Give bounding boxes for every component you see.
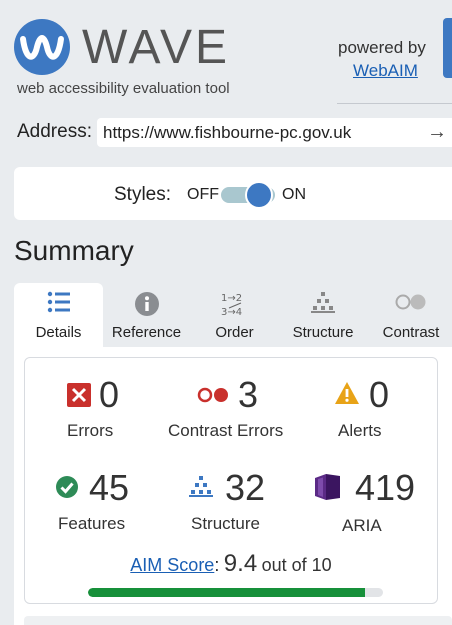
structure-icon	[279, 291, 367, 317]
address-label: Address:	[17, 121, 92, 142]
info-icon	[103, 291, 190, 317]
aim-score-colon: :	[214, 555, 220, 575]
next-section-edge	[24, 616, 452, 625]
summary-card: 0 Errors 3 Contrast Errors 0 Alerts 45 F…	[24, 357, 438, 604]
aria-icon	[312, 472, 342, 507]
tab-structure-label: Structure	[292, 324, 354, 341]
styles-toggle-knob[interactable]	[245, 181, 273, 209]
header: WAVE web accessibility evaluation tool p…	[0, 0, 452, 105]
errors-label: Errors	[67, 421, 114, 440]
list-icon	[14, 291, 103, 317]
order-icon: 1→2 3→4	[190, 291, 279, 318]
arrow-right-icon[interactable]: →	[426, 121, 448, 143]
aim-score-row: AIM Score: 9.4 out of 10	[25, 550, 437, 580]
tab-contrast-label: Contrast	[382, 324, 440, 341]
aria-label: ARIA	[342, 516, 382, 535]
contrast-error-icon	[197, 387, 231, 408]
tab-reference[interactable]: Reference	[103, 283, 190, 347]
tab-structure[interactable]: Structure	[279, 283, 367, 347]
webaim-link[interactable]: WebAIM	[353, 61, 418, 81]
aim-score-value: 9.4	[223, 550, 258, 577]
svg-text:1→2: 1→2	[221, 293, 242, 304]
styles-label: Styles:	[114, 184, 172, 205]
header-divider	[337, 103, 452, 104]
alerts-count[interactable]: 0	[369, 375, 389, 415]
summary-title: Summary	[14, 235, 134, 266]
aim-score-bar	[88, 588, 383, 597]
app-title: WAVE	[82, 21, 231, 74]
tab-details-label: Details	[35, 324, 82, 341]
alerts-label: Alerts	[338, 421, 382, 440]
error-icon	[67, 383, 91, 412]
side-panel-tab[interactable]	[443, 18, 452, 78]
aim-score-out-of: out of 10	[261, 555, 332, 575]
powered-by-text: powered by	[338, 38, 426, 57]
contrast-errors-label: Contrast Errors	[168, 421, 284, 440]
alert-icon	[334, 381, 360, 410]
app-tagline: web accessibility evaluation tool	[17, 80, 230, 97]
aim-score-bar-fill	[88, 588, 366, 597]
styles-off-label: OFF	[187, 186, 219, 203]
aim-score-link[interactable]: AIM Score	[130, 555, 214, 575]
tab-details[interactable]: Details	[14, 283, 103, 347]
tab-contrast[interactable]: Contrast	[367, 283, 452, 347]
tab-order[interactable]: 1→2 3→4 Order	[190, 283, 279, 347]
features-label: Features	[58, 514, 126, 533]
errors-count[interactable]: 0	[99, 375, 119, 415]
contrast-icon	[367, 291, 452, 317]
styles-on-label: ON	[282, 186, 306, 203]
tab-order-label: Order	[215, 324, 254, 341]
address-input[interactable]	[97, 118, 452, 147]
structure-label: Structure	[191, 514, 260, 533]
styles-toggle-card: Styles: OFF ON	[14, 167, 452, 220]
structure-count[interactable]: 32	[225, 468, 265, 508]
wave-logo-icon	[14, 19, 70, 75]
feature-icon	[55, 475, 79, 504]
features-count[interactable]: 45	[89, 468, 129, 508]
structure-element-icon	[188, 475, 214, 504]
svg-text:3→4: 3→4	[221, 307, 242, 318]
aria-count[interactable]: 419	[355, 468, 415, 508]
tab-reference-label: Reference	[111, 324, 182, 341]
contrast-errors-count[interactable]: 3	[238, 375, 258, 415]
details-panel: 0 Errors 3 Contrast Errors 0 Alerts 45 F…	[14, 347, 452, 625]
summary-tabs: Details Reference 1→2 3→4 Order Structur…	[14, 283, 452, 347]
